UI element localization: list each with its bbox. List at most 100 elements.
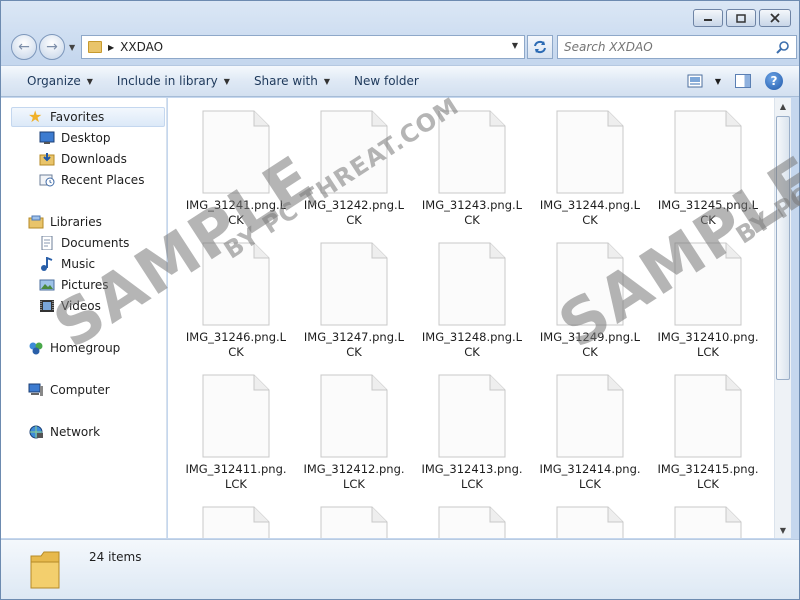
recent-pages-dropdown[interactable]: ▼ (69, 43, 75, 52)
blank-file-icon (556, 374, 624, 458)
file-item[interactable]: IMG_31246.png.LCK (184, 230, 288, 360)
blank-file-icon (674, 242, 742, 326)
nav-label: Network (50, 425, 101, 439)
back-button[interactable]: ← (11, 34, 37, 60)
scroll-down-arrow-icon[interactable]: ▼ (775, 522, 791, 538)
organize-label: Organize (27, 74, 81, 88)
new-folder-button[interactable]: New folder (342, 66, 431, 96)
file-name: IMG_31243.png.LCK (421, 198, 523, 227)
file-name: IMG_31242.png.LCK (303, 198, 405, 227)
file-item[interactable]: IMG_31249.png.LCK (538, 230, 642, 360)
file-name: IMG_312413.png.LCK (421, 462, 523, 491)
breadcrumb-current-folder[interactable]: XXDAO (120, 40, 163, 54)
file-item[interactable] (302, 494, 406, 538)
nav-item-videos[interactable]: Videos (39, 296, 101, 316)
file-name: IMG_31241.png.LCK (185, 198, 287, 227)
nav-item-libraries[interactable]: Libraries (28, 212, 102, 232)
blank-file-icon (202, 110, 270, 194)
nav-item-documents[interactable]: Documents (39, 233, 129, 253)
details-pane: 24 items (1, 539, 799, 599)
change-view-button[interactable]: ▼ (687, 73, 721, 89)
file-item[interactable]: IMG_312411.png.LCK (184, 362, 288, 492)
nav-label: Libraries (50, 215, 102, 229)
file-name: IMG_312415.png.LCK (657, 462, 759, 491)
nav-item-pictures[interactable]: Pictures (39, 275, 109, 295)
file-item[interactable]: IMG_312414.png.LCK (538, 362, 642, 492)
music-icon (41, 257, 53, 271)
close-button[interactable] (759, 9, 791, 27)
file-item[interactable]: IMG_31242.png.LCK (302, 98, 406, 228)
blank-file-icon (438, 506, 506, 538)
nav-item-homegroup[interactable]: Homegroup (28, 338, 120, 358)
back-arrow-icon: ← (18, 39, 30, 55)
file-item[interactable]: IMG_31244.png.LCK (538, 98, 642, 228)
file-name: IMG_312414.png.LCK (539, 462, 641, 491)
nav-item-network[interactable]: Network (28, 422, 100, 442)
preview-pane-icon[interactable] (735, 74, 751, 88)
scroll-thumb[interactable] (776, 116, 790, 380)
search-input[interactable] (564, 40, 764, 54)
blank-file-icon (556, 242, 624, 326)
file-item[interactable] (538, 494, 642, 538)
nav-item-favorites[interactable]: ★ Favorites (11, 107, 165, 127)
blank-file-icon (438, 374, 506, 458)
minimize-button[interactable] (693, 9, 723, 27)
file-name: IMG_312410.png.LCK (657, 330, 759, 359)
file-item[interactable]: IMG_312415.png.LCK (656, 362, 760, 492)
organize-menu[interactable]: Organize ▼ (15, 66, 105, 96)
view-controls: ▼ ? (687, 72, 783, 90)
address-dropdown-icon[interactable]: ▼ (512, 41, 518, 50)
blank-file-icon (202, 374, 270, 458)
nav-item-recent-places[interactable]: Recent Places (39, 170, 144, 190)
file-name: IMG_31248.png.LCK (421, 330, 523, 359)
minimize-icon (704, 19, 712, 21)
file-name: IMG_31247.png.LCK (303, 330, 405, 359)
file-item[interactable]: IMG_312413.png.LCK (420, 362, 524, 492)
forward-arrow-icon: → (46, 39, 58, 55)
file-item[interactable]: IMG_31247.png.LCK (302, 230, 406, 360)
file-list: IMG_31241.png.LCK IMG_31242.png.LCK IMG_… (168, 98, 776, 538)
nav-item-desktop[interactable]: Desktop (39, 128, 111, 148)
nav-item-downloads[interactable]: Downloads (39, 149, 127, 169)
blank-file-icon (674, 374, 742, 458)
file-item[interactable]: IMG_31245.png.LCK (656, 98, 760, 228)
nav-label: Desktop (61, 131, 111, 145)
vertical-scrollbar[interactable]: ▲ ▼ (774, 98, 791, 538)
chevron-down-icon: ▼ (223, 76, 230, 86)
address-bar[interactable]: ▶ XXDAO ▼ (81, 35, 525, 59)
nav-label: Music (61, 257, 96, 271)
file-item[interactable]: IMG_31243.png.LCK (420, 98, 524, 228)
address-row: ← → ▼ ▶ XXDAO ▼ (9, 33, 797, 61)
breadcrumb-arrow-icon[interactable]: ▶ (108, 43, 114, 52)
file-item[interactable] (420, 494, 524, 538)
share-with-menu[interactable]: Share with ▼ (242, 66, 342, 96)
chevron-down-icon: ▼ (323, 76, 330, 86)
blank-file-icon (320, 242, 388, 326)
nav-label: Computer (50, 383, 110, 397)
nav-item-music[interactable]: Music (39, 254, 95, 274)
scroll-up-arrow-icon[interactable]: ▲ (775, 98, 791, 114)
videos-icon (40, 300, 54, 312)
maximize-button[interactable] (726, 9, 756, 27)
file-item[interactable] (184, 494, 288, 538)
file-name: IMG_31245.png.LCK (657, 198, 759, 227)
folder-icon (88, 41, 102, 53)
forward-button[interactable]: → (39, 34, 65, 60)
help-icon[interactable]: ? (765, 72, 783, 90)
file-name: IMG_31244.png.LCK (539, 198, 641, 227)
nav-item-computer[interactable]: Computer (28, 380, 110, 400)
search-icon[interactable] (776, 40, 790, 54)
desktop-icon (39, 131, 55, 144)
file-item[interactable]: IMG_31248.png.LCK (420, 230, 524, 360)
file-item[interactable]: IMG_312410.png.LCK (656, 230, 760, 360)
search-box[interactable] (557, 35, 797, 59)
file-item[interactable]: IMG_312412.png.LCK (302, 362, 406, 492)
blank-file-icon (556, 506, 624, 538)
refresh-button[interactable] (527, 35, 553, 59)
nav-label: Homegroup (50, 341, 121, 355)
chevron-down-icon: ▼ (714, 76, 721, 86)
file-item[interactable]: IMG_31241.png.LCK (184, 98, 288, 228)
blank-file-icon (202, 506, 270, 538)
file-item[interactable] (656, 494, 760, 538)
include-in-library-menu[interactable]: Include in library ▼ (105, 66, 242, 96)
